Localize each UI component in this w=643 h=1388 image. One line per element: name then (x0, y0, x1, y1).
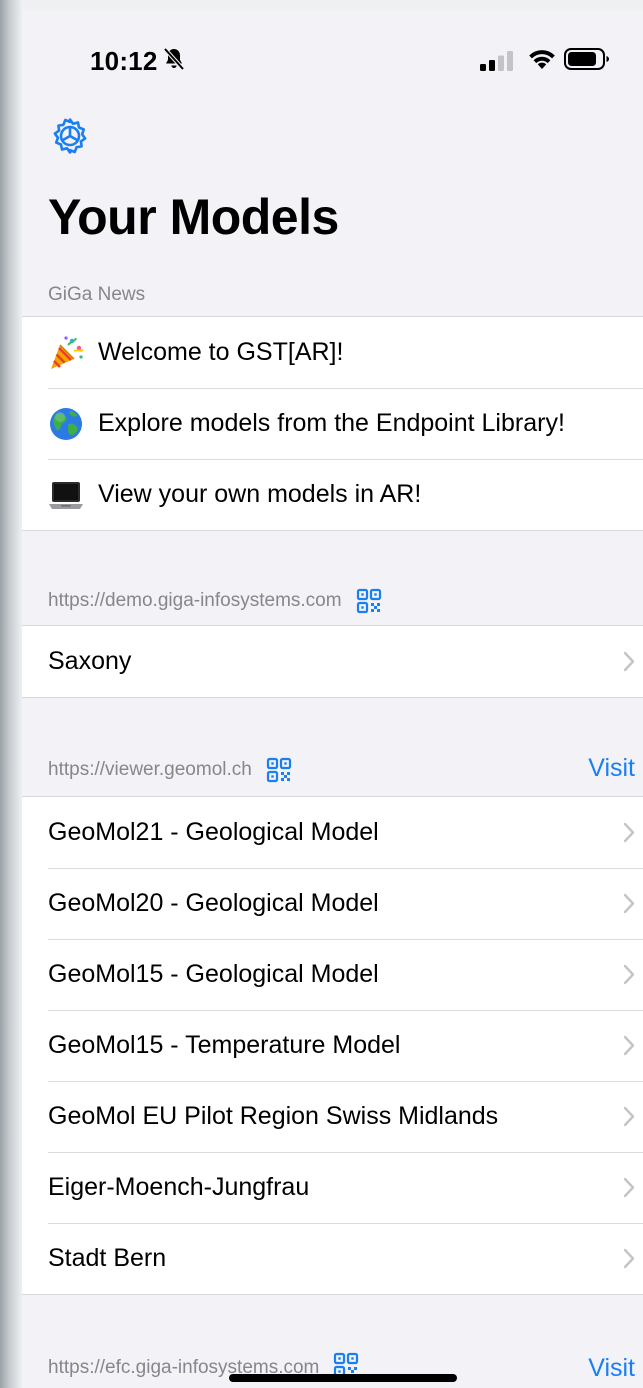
chevron-right-icon (623, 651, 635, 672)
chevron-right-icon (623, 1106, 635, 1127)
news-item-label: View your own models in AR! (98, 480, 422, 508)
model-label: Eiger-Moench-Jungfrau (48, 1173, 310, 1201)
battery-icon (564, 48, 609, 70)
endpoint-models-geomol: GeoMol21 - Geological Model GeoMol20 - G… (22, 796, 643, 1295)
page-title: Your Models (48, 189, 339, 245)
wifi-icon (529, 50, 555, 69)
news-section-header: GiGa News (48, 284, 145, 306)
qr-code-icon[interactable] (356, 588, 382, 614)
model-row[interactable]: Eiger-Moench-Jungfrau (22, 1152, 643, 1223)
model-row[interactable]: GeoMol15 - Geological Model (22, 939, 643, 1010)
endpoint-header-demo: https://demo.giga-infosystems.com (48, 588, 382, 614)
status-time: 10:12 (90, 46, 158, 76)
endpoint-header-geomol: https://viewer.geomol.ch (48, 757, 292, 783)
endpoint-url: https://demo.giga-infosystems.com (48, 590, 342, 611)
chevron-right-icon (623, 1248, 635, 1269)
model-label: GeoMol15 - Temperature Model (48, 1031, 401, 1059)
news-item-view-own[interactable]: View your own models in AR! (22, 459, 643, 530)
model-label: GeoMol21 - Geological Model (48, 818, 379, 846)
news-item-welcome[interactable]: Welcome to GST[AR]! (22, 317, 643, 388)
laptop-icon (49, 481, 83, 509)
chevron-right-icon (623, 822, 635, 843)
news-item-label: Explore models from the Endpoint Library… (98, 409, 565, 437)
settings-gear-icon[interactable] (50, 116, 90, 156)
party-popper-icon (51, 335, 84, 369)
model-label: Saxony (48, 647, 132, 675)
model-label: GeoMol15 - Geological Model (48, 960, 379, 988)
home-indicator[interactable] (229, 1374, 457, 1382)
chevron-right-icon (623, 893, 635, 914)
phone-screen: 10:12 Your Models GiGa News Welcome to G… (22, 10, 643, 1388)
cellular-signal-icon (480, 51, 513, 71)
news-item-label: Welcome to GST[AR]! (98, 338, 344, 366)
globe-icon (50, 407, 82, 440)
model-label: GeoMol20 - Geological Model (48, 889, 379, 917)
qr-code-icon[interactable] (266, 757, 292, 783)
model-label: GeoMol EU Pilot Region Swiss Midlands (48, 1102, 499, 1130)
visit-link-geomol[interactable]: Visit (588, 754, 635, 783)
model-row[interactable]: GeoMol20 - Geological Model (22, 868, 643, 939)
bell-slash-icon (163, 47, 185, 71)
model-row[interactable]: GeoMol21 - Geological Model (22, 797, 643, 868)
endpoint-url: https://viewer.geomol.ch (48, 759, 252, 780)
model-row[interactable]: Stadt Bern (22, 1223, 643, 1294)
news-header-label: GiGa News (48, 284, 146, 305)
model-row[interactable]: GeoMol15 - Temperature Model (22, 1010, 643, 1081)
news-list: Welcome to GST[AR]! Explore models from … (22, 316, 643, 531)
model-row[interactable]: GeoMol EU Pilot Region Swiss Midlands (22, 1081, 643, 1152)
endpoint-models-demo: Saxony (22, 625, 643, 698)
visit-link-efc[interactable]: Visit (588, 1354, 635, 1383)
model-label: Stadt Bern (48, 1244, 167, 1272)
chevron-right-icon (623, 1035, 635, 1056)
chevron-right-icon (623, 1177, 635, 1198)
model-row[interactable]: Saxony (22, 626, 643, 697)
chevron-right-icon (623, 964, 635, 985)
news-item-explore[interactable]: Explore models from the Endpoint Library… (22, 388, 643, 459)
